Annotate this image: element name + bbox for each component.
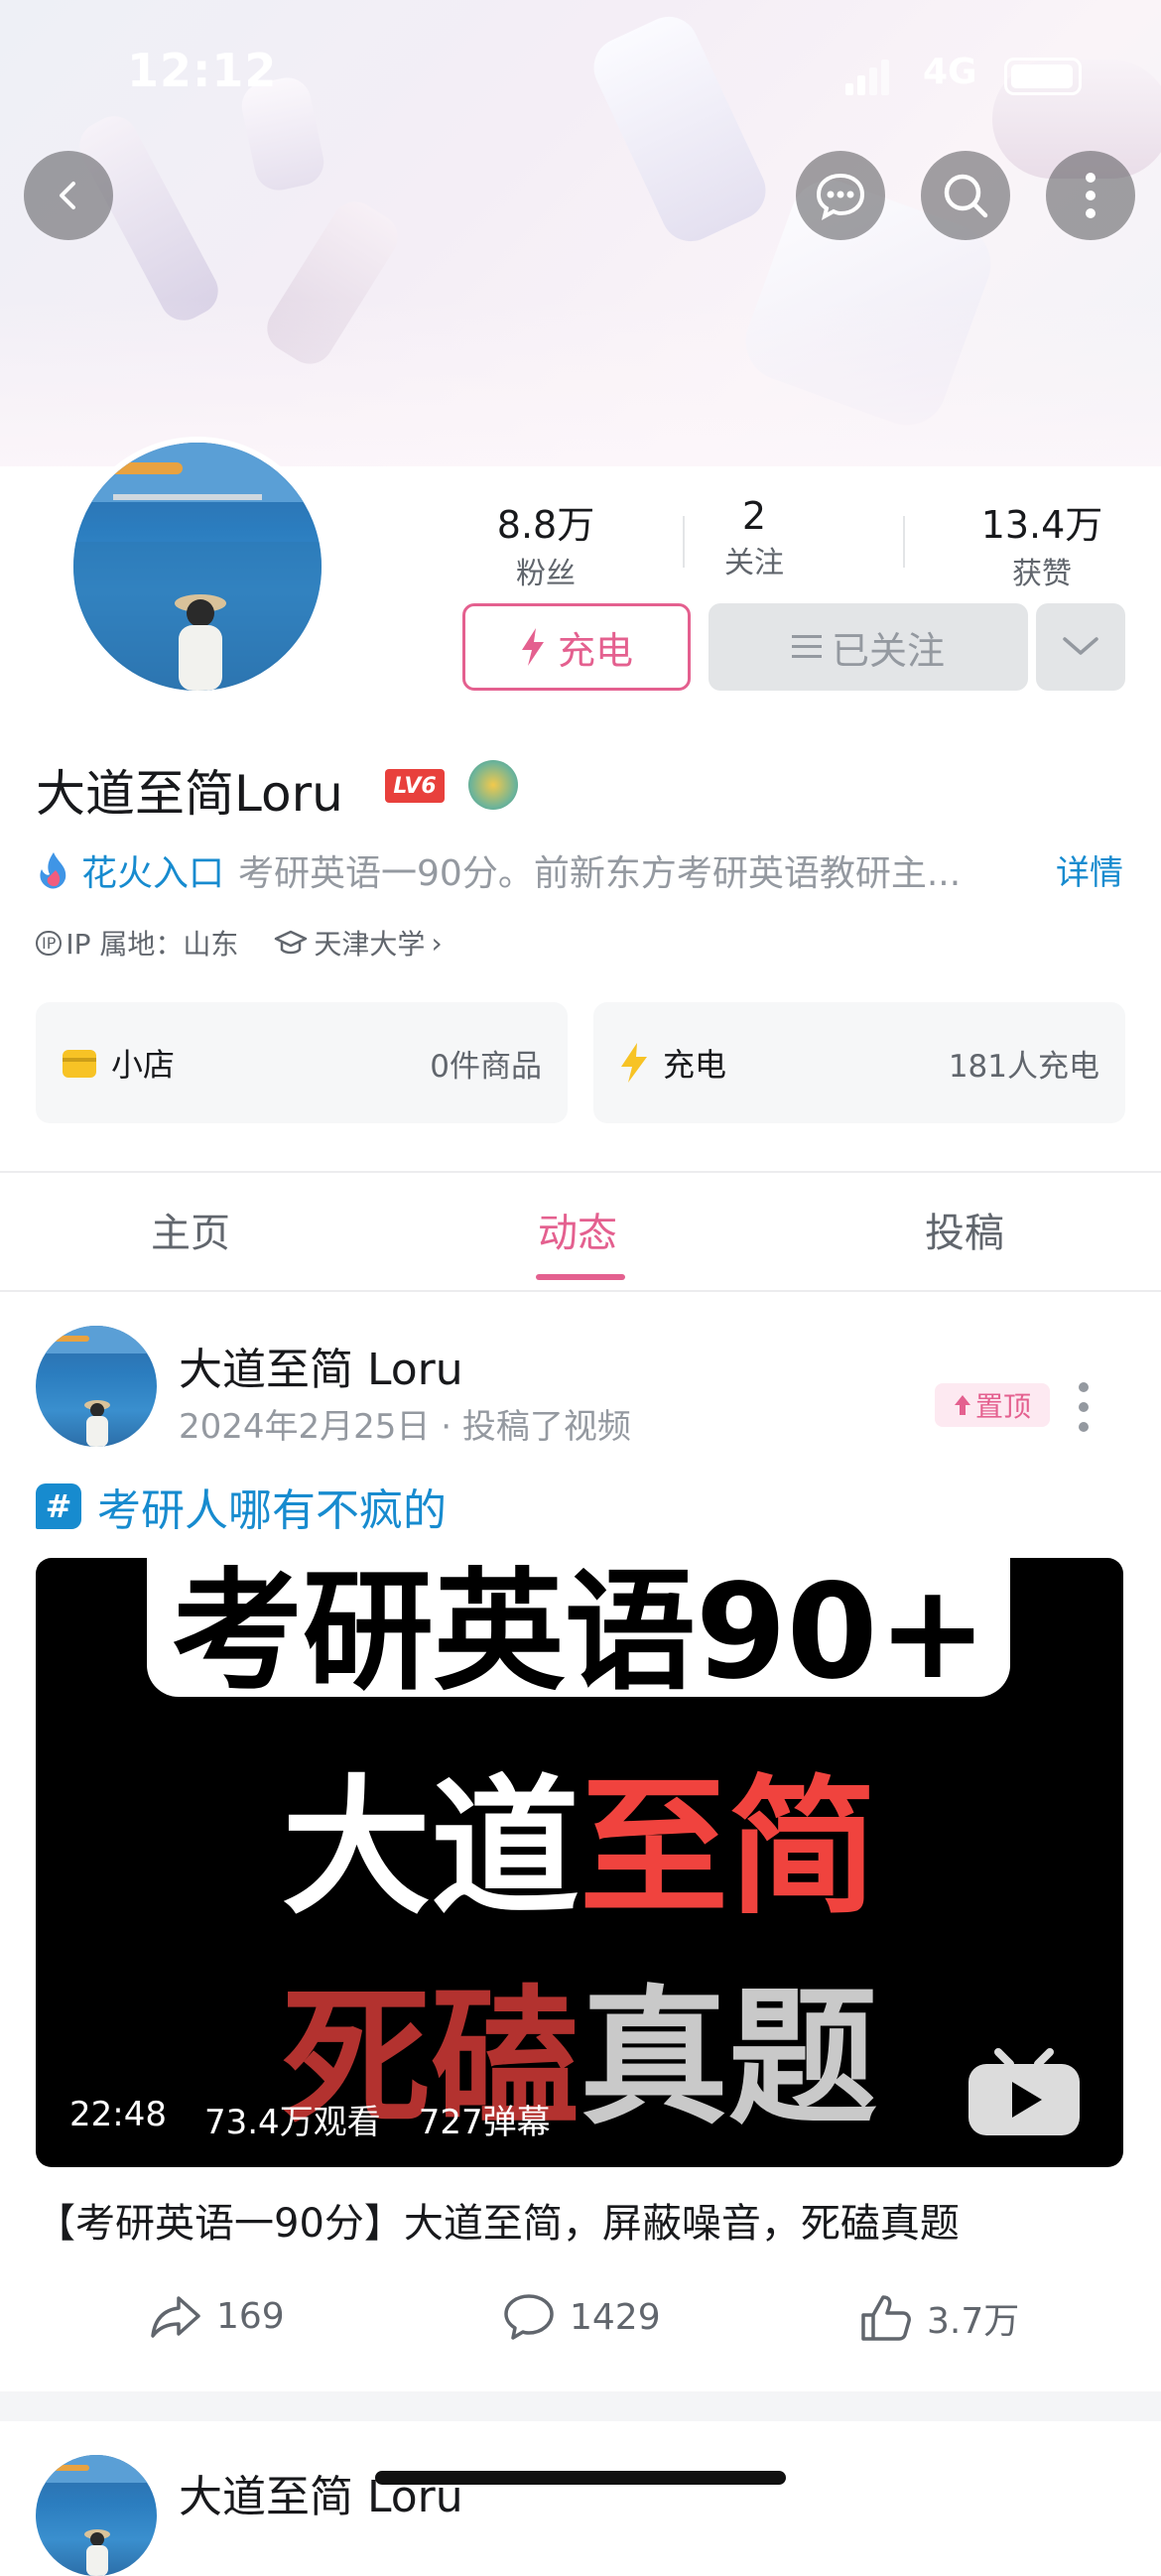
cover-line2-a: 大道 (281, 1762, 580, 1935)
post-author-avatar[interactable] (36, 1326, 157, 1447)
search-button[interactable] (921, 151, 1010, 240)
charge-card[interactable]: 充电 181人充电 (593, 1002, 1125, 1123)
stat-value: 13.4万 (980, 503, 1103, 547)
chevron-right-icon: › (431, 926, 443, 960)
charge-label: 充电 (557, 628, 633, 673)
stat-label: 粉丝 (516, 557, 576, 591)
stats-row: 8.8万 粉丝 2 关注 13.4万 获赞 (456, 494, 1131, 593)
home-indicator[interactable] (375, 2471, 786, 2485)
topic-link[interactable]: # 考研人哪有不疯的 (36, 1475, 447, 1538)
video-views: 73.4万观看 (203, 2103, 381, 2142)
tab-home[interactable]: 主页 (151, 1201, 230, 1258)
video-meta: 22:48 73.4万观看 727弹幕 (69, 2095, 551, 2143)
share-icon (151, 2296, 200, 2338)
comment-count: 1429 (570, 2296, 661, 2338)
share-button[interactable]: 169 (149, 2292, 285, 2340)
charge-button[interactable]: 充电 (462, 603, 691, 691)
shop-card[interactable]: 小店 0件商品 (36, 1002, 568, 1123)
video-cover[interactable]: 考研英语90+ 大道至简 死磕真题 22:48 73.4万观看 727弹幕 (36, 1558, 1123, 2167)
charge-card-title: 充电 (663, 1046, 727, 1084)
chevron-down-icon (1063, 637, 1098, 655)
charge-card-value: 181人充电 (948, 1048, 1099, 1085)
divider (0, 1290, 1161, 1292)
medal-icon[interactable] (468, 760, 518, 810)
post-more-button[interactable] (1072, 1377, 1096, 1437)
lightning-icon (621, 1043, 647, 1083)
follow-dropdown-button[interactable] (1036, 603, 1125, 691)
bio-row: 花火入口 考研英语一90分。前新东方考研英语教研主... 详情 (36, 845, 1127, 895)
lightning-icon (521, 628, 544, 666)
stat-likes[interactable]: 13.4万 获赞 (953, 494, 1131, 592)
ip-location-text: IP 属地：山东 (65, 928, 239, 961)
post-author-avatar[interactable] (36, 2455, 157, 2576)
more-vertical-icon (1079, 1382, 1089, 1432)
like-button[interactable]: 3.7万 (859, 2292, 1019, 2344)
video-danmaku: 727弹幕 (418, 2103, 551, 2142)
share-count: 169 (216, 2295, 285, 2337)
shop-card-title: 小店 (111, 1046, 176, 1084)
stat-following[interactable]: 2 关注 (705, 494, 804, 581)
chat-bubble-icon (816, 173, 865, 220)
shop-icon (63, 1050, 96, 1078)
stat-label: 关注 (724, 546, 784, 580)
more-button[interactable] (1046, 151, 1135, 240)
ip-icon: IP (36, 930, 63, 956)
stat-divider (683, 516, 685, 568)
hashtag-icon: # (36, 1483, 81, 1529)
pinned-badge: 置顶 (935, 1383, 1050, 1427)
level-badge: LV6 (385, 769, 445, 803)
back-button[interactable] (24, 151, 113, 240)
status-time: 12:12 (127, 44, 278, 97)
tab-indicator (536, 1274, 625, 1280)
post-author-name[interactable]: 大道至简 Loru (179, 1334, 463, 1397)
stat-label: 获赞 (1012, 557, 1072, 591)
more-vertical-icon (1086, 173, 1096, 218)
tab-uploads[interactable]: 投稿 (925, 1201, 1004, 1258)
video-duration: 22:48 (69, 2095, 167, 2134)
message-button[interactable] (796, 151, 885, 240)
stat-value: 8.8万 (496, 503, 595, 547)
followed-button[interactable]: 已关注 (709, 603, 1028, 691)
menu-lines-icon (791, 635, 822, 658)
comment-icon (504, 2294, 554, 2340)
network-label: 4G (923, 52, 977, 92)
pinned-label: 置顶 (974, 1390, 1031, 1423)
bio-text: 考研英语一90分。前新东方考研英语教研主... (238, 853, 962, 894)
divider (0, 1171, 1161, 1173)
like-count: 3.7万 (927, 2301, 1020, 2342)
cover-line2-b: 至简 (580, 1762, 878, 1935)
search-icon (944, 174, 988, 218)
school-link[interactable]: 天津大学 › (274, 923, 443, 963)
topic-text: 考研人哪有不疯的 (97, 1485, 447, 1536)
stat-fans[interactable]: 8.8万 粉丝 (456, 494, 635, 592)
thumbs-up-icon (861, 2295, 911, 2341)
spark-entry-link[interactable]: 花火入口 (81, 844, 224, 896)
signal-icon (845, 60, 889, 95)
cover-line3-b: 真题 (580, 1973, 878, 2145)
feed-separator (0, 2391, 1161, 2421)
post-time: 2024年2月25日 · 投稿了视频 (179, 1407, 631, 1447)
stat-value: 2 (741, 494, 767, 538)
chevron-left-icon (60, 182, 75, 209)
stat-divider (903, 516, 905, 568)
spark-icon (40, 852, 66, 889)
comment-button[interactable]: 1429 (502, 2292, 661, 2342)
cover-line2: 大道至简 (36, 1764, 1123, 1933)
follow-label: 已关注 (831, 628, 945, 673)
tab-dynamics[interactable]: 动态 (538, 1201, 617, 1258)
shop-card-value: 0件商品 (430, 1048, 542, 1085)
arrow-up-icon (954, 1395, 970, 1415)
ip-location: IP IP 属地：山东 (36, 923, 238, 963)
username: 大道至简Loru (36, 765, 343, 823)
graduation-cap-icon (275, 930, 308, 955)
cover-line1: 考研英语90+ (171, 1558, 988, 1709)
video-title[interactable]: 【考研英语一90分】大道至简，屏蔽噪音，死磕真题 (36, 2191, 960, 2249)
school-name: 天津大学 (314, 928, 426, 961)
bilibili-tv-icon (968, 2048, 1080, 2135)
meta-row: IP IP 属地：山东 天津大学 › (36, 923, 443, 963)
battery-icon (1004, 58, 1082, 95)
bio-detail-link[interactable]: 详情 (1056, 845, 1123, 894)
avatar[interactable] (67, 437, 327, 697)
